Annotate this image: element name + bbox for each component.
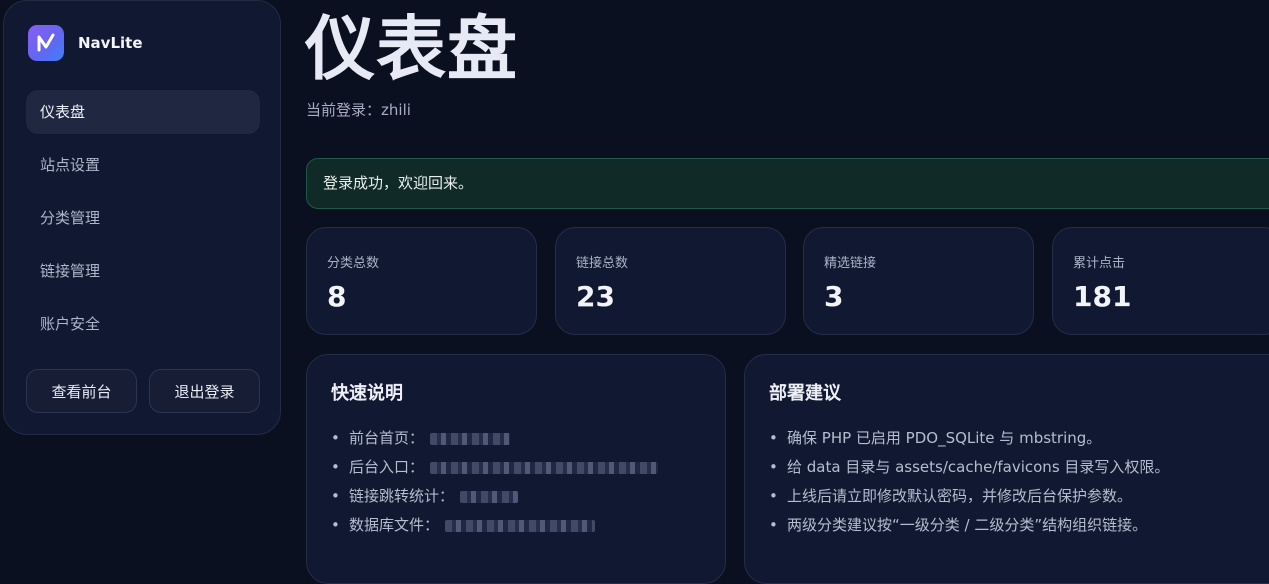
list-item-label: 前台首页： — [349, 429, 425, 447]
deploy-advice-title: 部署建议 — [769, 383, 841, 404]
sidebar-item-site-settings[interactable]: 站点设置 — [26, 143, 260, 187]
redacted-value — [460, 490, 519, 503]
sidebar-item-links[interactable]: 链接管理 — [26, 249, 260, 293]
quick-guide-list: 前台首页： 后台入口： 链接跳转统计： 数据库文件： — [331, 427, 659, 543]
stat-card-links: 链接总数 23 — [555, 227, 786, 335]
view-frontend-button[interactable]: 查看前台 — [26, 369, 137, 413]
current-username: zhili — [381, 101, 411, 119]
redacted-value — [430, 432, 511, 445]
quick-guide-panel: 快速说明 前台首页： 后台入口： 链接跳转统计： 数据库文件： — [306, 354, 726, 584]
stat-value: 23 — [576, 280, 615, 313]
sidebar-item-categories[interactable]: 分类管理 — [26, 196, 260, 240]
stat-value: 181 — [1073, 280, 1132, 313]
current-login-label: 当前登录： — [306, 101, 382, 119]
list-item: 给 data 目录与 assets/cache/favicons 目录写入权限。 — [769, 456, 1169, 485]
stat-label: 链接总数 — [576, 256, 629, 271]
brand[interactable]: NavLite — [28, 25, 143, 61]
deploy-advice-panel: 部署建议 确保 PHP 已启用 PDO_SQLite 与 mbstring。 给… — [744, 354, 1269, 584]
sidebar: NavLite 仪表盘 站点设置 分类管理 链接管理 账户安全 查看前台 退出登… — [3, 0, 281, 435]
stat-label: 分类总数 — [327, 256, 380, 271]
logout-button[interactable]: 退出登录 — [149, 369, 260, 413]
list-item: 前台首页： — [331, 427, 658, 456]
list-item: 确保 PHP 已启用 PDO_SQLite 与 mbstring。 — [769, 427, 1169, 456]
list-item: 链接跳转统计： — [331, 485, 658, 514]
brand-name: NavLite — [78, 34, 143, 52]
page-title: 仪表盘 — [305, 8, 518, 90]
sidebar-nav: 仪表盘 站点设置 分类管理 链接管理 账户安全 — [26, 90, 260, 355]
success-alert: 登录成功，欢迎回来。 — [306, 158, 1269, 209]
stat-card-categories: 分类总数 8 — [306, 227, 537, 335]
sidebar-item-dashboard[interactable]: 仪表盘 — [26, 90, 260, 134]
deploy-advice-list: 确保 PHP 已启用 PDO_SQLite 与 mbstring。 给 data… — [769, 427, 1169, 543]
stat-card-clicks: 累计点击 181 — [1052, 227, 1269, 335]
stat-value: 3 — [824, 280, 844, 313]
current-login: 当前登录：zhili — [306, 99, 411, 120]
list-item: 两级分类建议按“一级分类 / 二级分类”结构组织链接。 — [769, 514, 1169, 543]
sidebar-item-account-security[interactable]: 账户安全 — [26, 302, 260, 346]
list-item: 数据库文件： — [331, 514, 658, 543]
logo-icon — [28, 25, 64, 61]
list-item-label: 链接跳转统计： — [349, 487, 455, 505]
list-item: 后台入口： — [331, 456, 659, 485]
sidebar-actions: 查看前台 退出登录 — [26, 369, 260, 413]
stat-label: 精选链接 — [824, 256, 877, 271]
stat-value: 8 — [327, 280, 347, 313]
list-item-label: 后台入口： — [349, 458, 425, 476]
stat-label: 累计点击 — [1073, 256, 1126, 271]
redacted-value — [430, 461, 659, 474]
redacted-value — [445, 519, 596, 532]
list-item-label: 数据库文件： — [349, 516, 440, 534]
stat-card-featured: 精选链接 3 — [803, 227, 1034, 335]
quick-guide-title: 快速说明 — [331, 383, 403, 404]
list-item: 上线后请立即修改默认密码，并修改后台保护参数。 — [769, 485, 1169, 514]
